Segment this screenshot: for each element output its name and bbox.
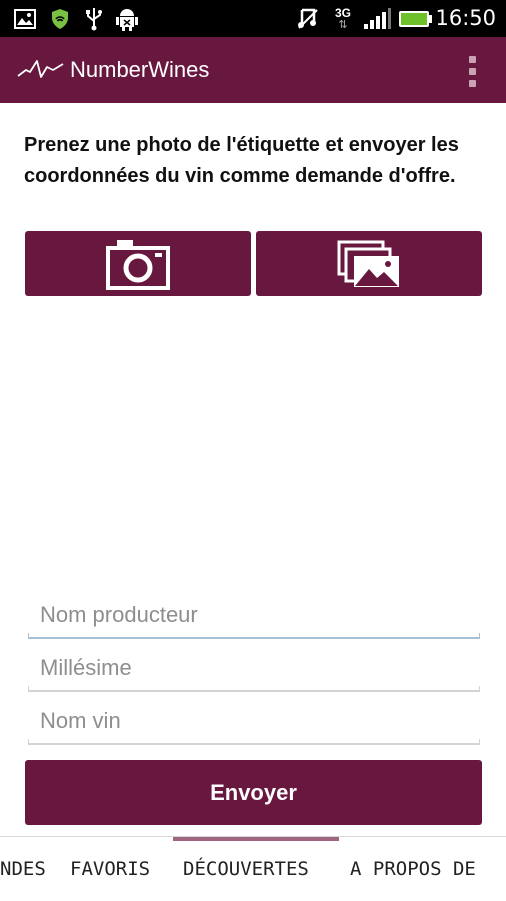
submit-button[interactable]: Envoyer xyxy=(25,760,482,825)
app-title: NumberWines xyxy=(70,57,210,82)
mute-icon xyxy=(296,0,320,37)
network-type: 3G ⇅ xyxy=(334,5,351,31)
wine-name-input[interactable] xyxy=(28,699,480,743)
producer-name-field[interactable] xyxy=(28,593,480,639)
wine-name-field[interactable] xyxy=(28,699,480,745)
producer-name-input[interactable] xyxy=(28,593,480,637)
tab-demandes[interactable]: NDES xyxy=(0,837,46,901)
vintage-input[interactable] xyxy=(28,646,480,690)
tab-favoris[interactable]: FAVORIS xyxy=(70,837,150,901)
signal-icon xyxy=(362,0,392,37)
clock: 16:50 xyxy=(435,6,496,30)
overflow-menu-icon[interactable] xyxy=(466,54,478,88)
gallery-icon xyxy=(337,240,399,287)
shield-icon xyxy=(48,0,72,37)
status-bar: 3G ⇅ 16:50 xyxy=(0,0,506,37)
choose-from-gallery-button[interactable] xyxy=(256,231,482,296)
action-bar: NumberWines xyxy=(0,37,506,103)
tab-bar: NDES FAVORIS DÉCOUVERTES A PROPOS DE xyxy=(0,836,506,901)
camera-icon xyxy=(106,239,170,290)
tab-decouvertes[interactable]: DÉCOUVERTES xyxy=(183,837,309,901)
android-debug-icon xyxy=(114,0,140,37)
network-label: 3G xyxy=(334,5,351,20)
instructions-text: Prenez une photo de l'étiquette et envoy… xyxy=(24,134,459,187)
wave-logo-icon xyxy=(17,60,64,78)
tab-a-propos[interactable]: A PROPOS DE xyxy=(350,837,476,901)
take-photo-button[interactable] xyxy=(25,231,251,296)
battery-icon xyxy=(398,0,434,37)
vintage-field[interactable] xyxy=(28,646,480,692)
usb-icon xyxy=(82,0,106,37)
image-icon xyxy=(12,0,38,37)
